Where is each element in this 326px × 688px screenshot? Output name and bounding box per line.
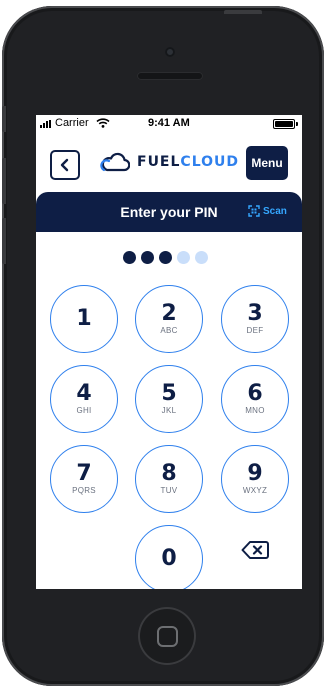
- key-letters: MNO: [245, 406, 265, 415]
- key-6[interactable]: 6 MNO: [221, 365, 289, 433]
- key-digit: 1: [76, 306, 92, 331]
- pin-dot-filled: [141, 251, 154, 264]
- key-digit: 8: [161, 461, 177, 486]
- key-letters: GHI: [76, 406, 92, 415]
- key-digit: 2: [161, 301, 177, 326]
- app-screen: Carrier 9:41 AM FUELCLOUD Menu Enter you…: [36, 115, 302, 589]
- key-digit: 5: [161, 381, 177, 406]
- power-button: [224, 10, 262, 14]
- key-letters: PQRS: [72, 486, 96, 495]
- key-digit: 9: [247, 461, 263, 486]
- front-camera: [165, 47, 175, 57]
- key-9[interactable]: 9 WXYZ: [221, 445, 289, 513]
- cloud-icon: [100, 152, 130, 172]
- earpiece-speaker: [137, 72, 203, 80]
- volume-down-button: [2, 218, 6, 264]
- mute-switch: [2, 106, 6, 132]
- volume-up-button: [2, 158, 6, 204]
- key-digit: 0: [161, 546, 177, 571]
- key-4[interactable]: 4 GHI: [50, 365, 118, 433]
- chevron-left-icon: [60, 158, 69, 172]
- key-letters: TUV: [160, 486, 178, 495]
- key-letters: DEF: [246, 326, 264, 335]
- status-bar: Carrier 9:41 AM: [36, 115, 302, 133]
- pin-header-bar: Enter your PIN Scan: [36, 192, 302, 232]
- key-8[interactable]: 8 TUV: [135, 445, 203, 513]
- key-1[interactable]: 1: [50, 285, 118, 353]
- key-5[interactable]: 5 JKL: [135, 365, 203, 433]
- back-button[interactable]: [50, 150, 80, 180]
- key-digit: 7: [76, 461, 92, 486]
- pin-dot-filled: [123, 251, 136, 264]
- scan-button[interactable]: Scan: [248, 205, 287, 217]
- qr-scan-icon: [248, 205, 260, 217]
- backspace-button[interactable]: [240, 535, 270, 565]
- scan-label: Scan: [263, 205, 287, 217]
- key-digit: 4: [76, 381, 92, 406]
- key-digit: 6: [247, 381, 263, 406]
- pin-dot-empty: [195, 251, 208, 264]
- key-7[interactable]: 7 PQRS: [50, 445, 118, 513]
- key-digit: 3: [247, 301, 263, 326]
- app-header: FUELCLOUD Menu: [36, 133, 302, 191]
- brand-logo: FUELCLOUD: [100, 152, 239, 172]
- key-letters: WXYZ: [242, 486, 268, 495]
- key-letters: ABC: [160, 326, 178, 335]
- status-time: 9:41 AM: [148, 117, 190, 129]
- backspace-icon: [241, 541, 269, 559]
- key-3[interactable]: 3 DEF: [221, 285, 289, 353]
- wifi-icon: [96, 118, 110, 128]
- home-button[interactable]: [138, 607, 196, 665]
- home-square-icon: [156, 625, 178, 647]
- battery-icon: [273, 119, 295, 129]
- brand-name: FUELCLOUD: [137, 154, 240, 170]
- pin-progress-dots: [123, 251, 208, 264]
- signal-icon: [40, 120, 51, 128]
- carrier-label: Carrier: [55, 117, 89, 129]
- key-0[interactable]: 0: [135, 525, 203, 589]
- key-letters: JKL: [161, 406, 177, 415]
- menu-button[interactable]: Menu: [246, 146, 288, 180]
- pin-dot-filled: [159, 251, 172, 264]
- key-2[interactable]: 2 ABC: [135, 285, 203, 353]
- pin-dot-empty: [177, 251, 190, 264]
- phone-frame: Carrier 9:41 AM FUELCLOUD Menu Enter you…: [2, 6, 324, 686]
